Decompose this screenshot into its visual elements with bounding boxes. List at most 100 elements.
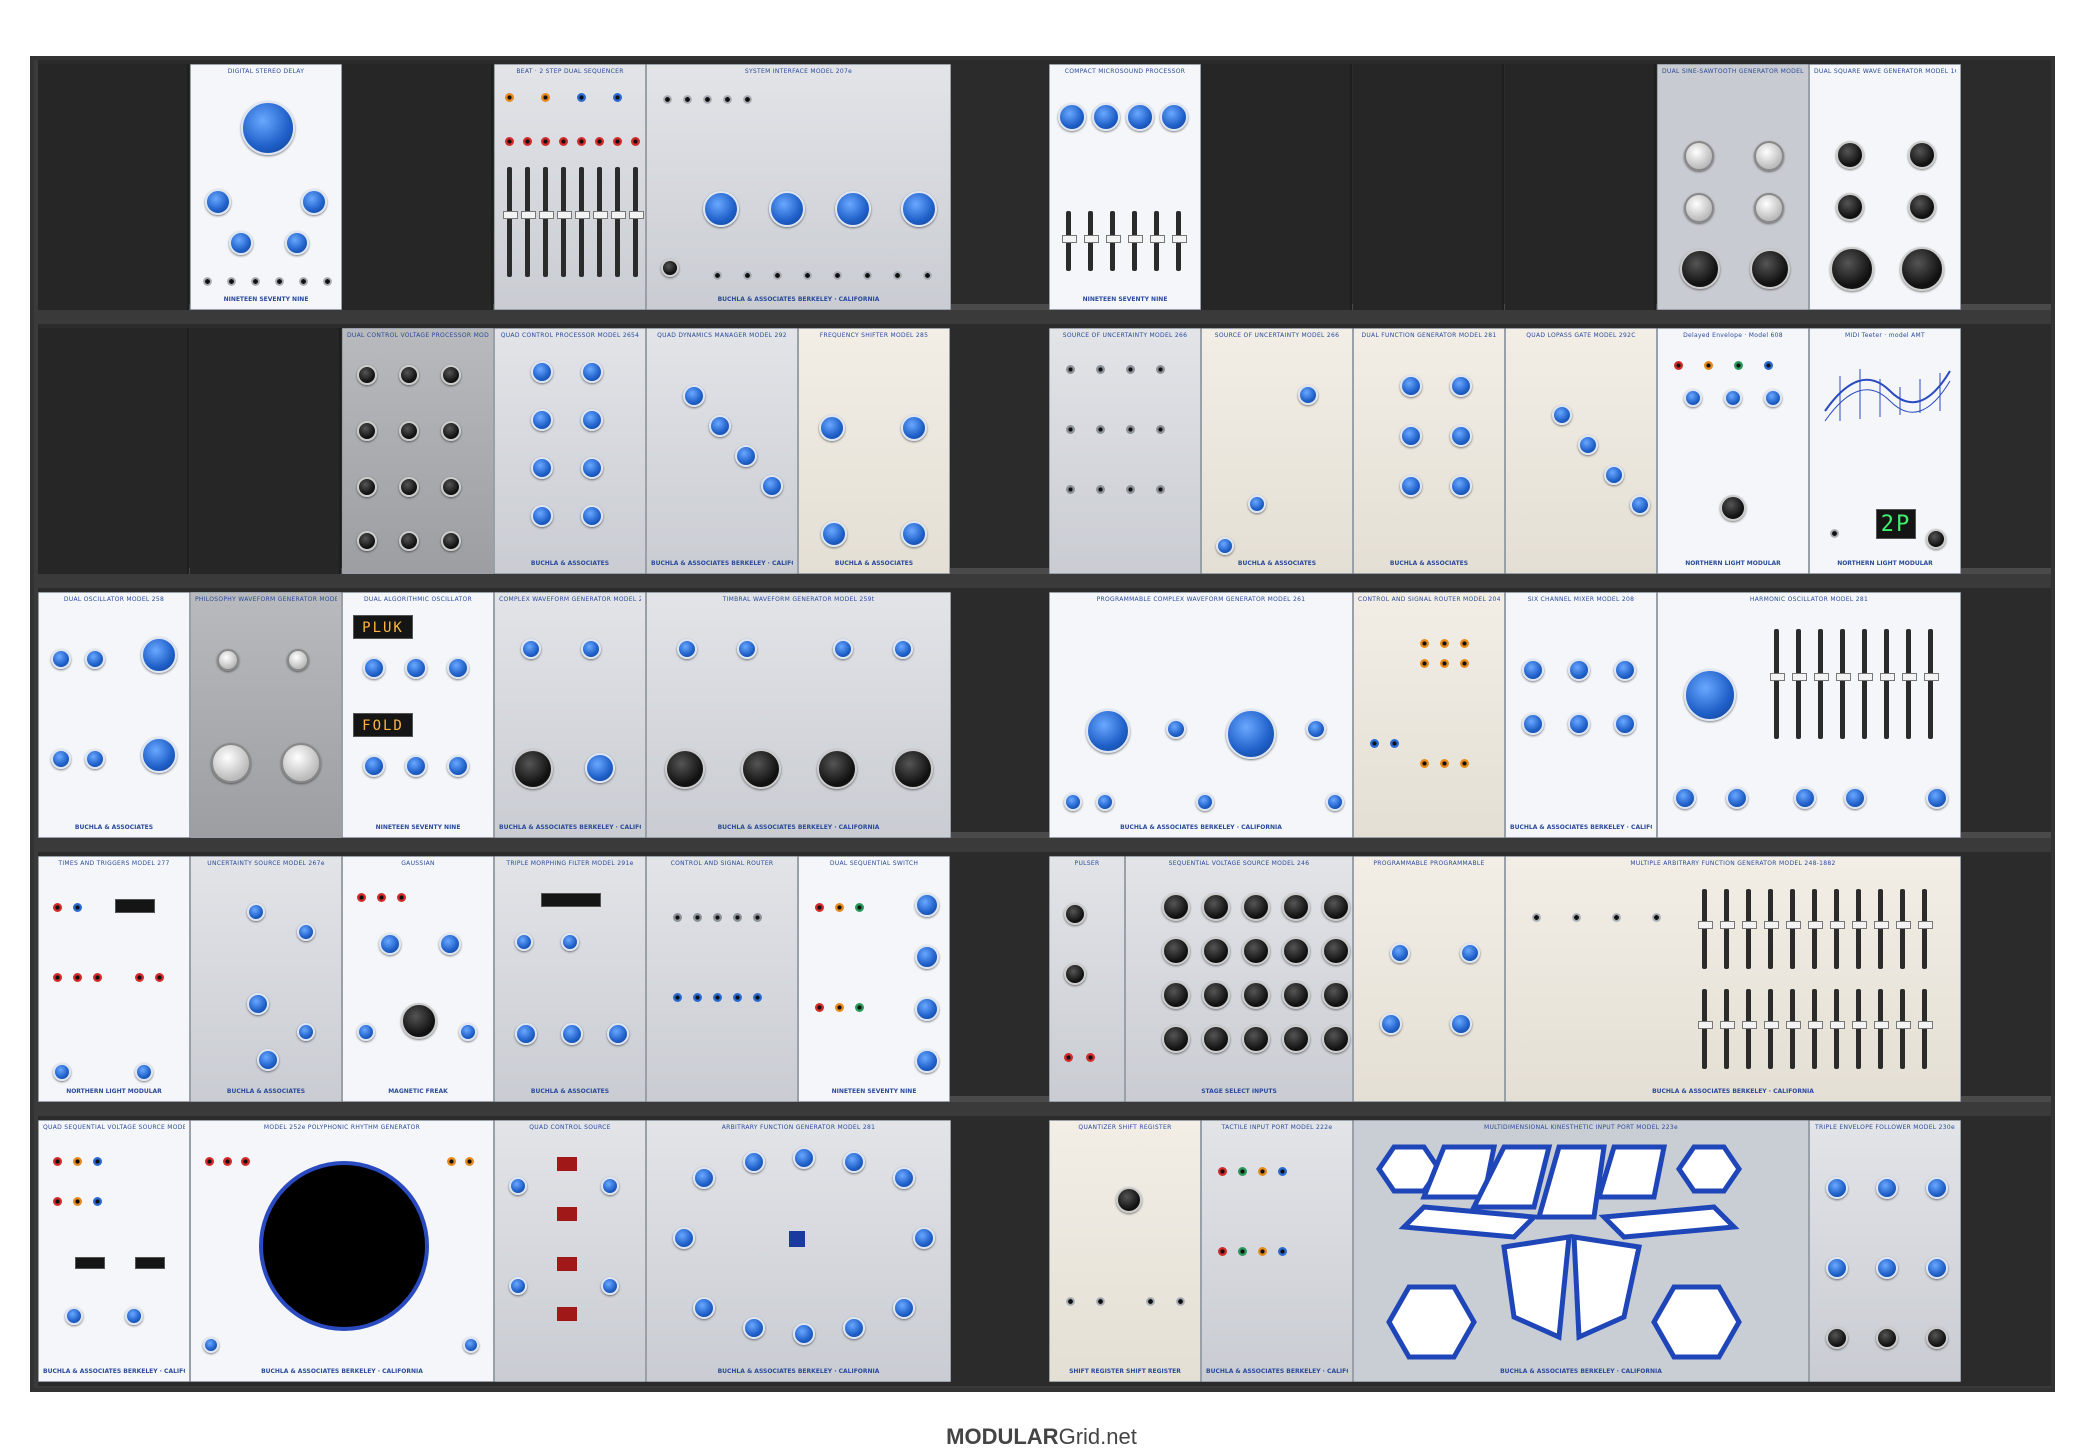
module-router-grid[interactable]: CONTROL AND SIGNAL ROUTER <box>646 856 798 1102</box>
edit-knob[interactable] <box>1926 529 1946 549</box>
module-dual-function-generator[interactable]: DUAL FUNCTION GENERATOR MODEL 281 BUCHLA… <box>1353 328 1505 574</box>
attack-knob[interactable] <box>531 457 553 479</box>
gate-knob[interactable] <box>1604 465 1624 485</box>
time-slider[interactable] <box>1698 989 1713 1069</box>
module-step-sequencer[interactable]: BEAT · 2 STEP DUAL SEQUENCER <box>494 64 646 310</box>
fm-knob[interactable] <box>1096 793 1114 811</box>
wave-knob[interactable] <box>1684 141 1714 171</box>
principal-osc-knob[interactable] <box>585 753 615 783</box>
level-knob[interactable] <box>1522 659 1544 681</box>
level-slider[interactable] <box>1106 211 1121 271</box>
threshold-knob[interactable] <box>1826 1257 1848 1279</box>
harmonic-slider[interactable] <box>1880 629 1895 739</box>
cv-jack[interactable] <box>1066 365 1075 374</box>
cv-jack[interactable] <box>1156 485 1165 494</box>
pulse-output-jack[interactable] <box>241 1157 250 1166</box>
decay-knob[interactable] <box>1450 475 1472 497</box>
timbre-knob[interactable] <box>405 657 427 679</box>
module-quad-control-source[interactable]: QUAD CONTROL SOURCE <box>494 1120 646 1382</box>
rate-knob[interactable] <box>1298 385 1318 405</box>
pulse-jack[interactable] <box>1258 1167 1267 1176</box>
stage-knob[interactable] <box>1202 893 1230 921</box>
timbre-knob[interactable] <box>287 649 309 671</box>
decay-knob[interactable] <box>581 457 603 479</box>
frequency-knob[interactable] <box>515 933 533 951</box>
decay-knob[interactable] <box>581 361 603 383</box>
level-slider[interactable] <box>1062 211 1077 271</box>
preamp-gain-knob[interactable] <box>661 259 679 277</box>
frequency-knob[interactable] <box>1684 669 1736 721</box>
modulation-knob[interactable] <box>1908 193 1936 221</box>
output-jack[interactable] <box>1176 1297 1185 1306</box>
time-multiplier-knob[interactable] <box>1460 943 1480 963</box>
out-jack[interactable] <box>855 1003 864 1012</box>
input-knob[interactable] <box>1876 1327 1898 1349</box>
attack-knob[interactable] <box>1400 475 1422 497</box>
step-slider[interactable] <box>521 167 536 277</box>
module-uncertainty-a[interactable]: SOURCE OF UNCERTAINTY MODEL 266 <box>1049 328 1201 574</box>
module-midi-teeter[interactable]: MIDI Teeter · model AMT 2P NORTHERN LIGH… <box>1809 328 1961 574</box>
module-pulser[interactable]: PULSER <box>1049 856 1125 1102</box>
module-sequential-voltage-source[interactable]: SEQUENTIAL VOLTAGE SOURCE MODEL 246 STAG… <box>1125 856 1353 1102</box>
cv-knob[interactable] <box>399 421 419 441</box>
module-tactile-input-port[interactable]: TACTILE INPUT PORT MODEL 222e BUCHLA & A… <box>1201 1120 1353 1382</box>
matrix-jack[interactable] <box>1460 639 1469 648</box>
shape-knob[interactable] <box>1754 141 1784 171</box>
states-jack[interactable] <box>1652 913 1661 922</box>
voltage-slider[interactable] <box>1852 889 1867 969</box>
level-slider[interactable] <box>1128 211 1143 271</box>
amplitude-knob[interactable] <box>1836 141 1864 169</box>
decay-knob[interactable] <box>1450 425 1472 447</box>
touch-key-surface[interactable] <box>1364 1137 1800 1367</box>
output-jack[interactable] <box>1764 361 1773 370</box>
voltage-slider[interactable] <box>1830 889 1845 969</box>
harmonic-slider[interactable] <box>1814 629 1829 739</box>
cv-knob[interactable] <box>709 415 731 437</box>
midi-in-jack[interactable] <box>1830 529 1839 538</box>
module-six-channel-mixer[interactable]: SIX CHANNEL MIXER MODEL 208 BUCHLA & ASS… <box>1505 592 1657 838</box>
matrix-jack[interactable] <box>693 993 702 1002</box>
stage-knob[interactable] <box>65 1307 83 1325</box>
matrix-jack[interactable] <box>733 913 742 922</box>
mean-knob[interactable] <box>401 1003 437 1039</box>
module-timbral-waveform-generator[interactable]: TIMBRAL WAVEFORM GENERATOR MODEL 259t BU… <box>646 592 951 838</box>
signal-jack[interactable] <box>663 95 672 104</box>
delay-knob[interactable] <box>1684 389 1702 407</box>
cv-knob[interactable] <box>441 365 461 385</box>
pulse-output-jack[interactable] <box>205 1157 214 1166</box>
pitch-knob[interactable] <box>257 1049 279 1071</box>
oscillator-knob[interactable] <box>741 749 781 789</box>
decay-knob[interactable] <box>581 505 603 527</box>
timbre-knob[interactable] <box>581 639 601 659</box>
step-slider[interactable] <box>629 167 644 277</box>
matrix-jack[interactable] <box>1420 659 1429 668</box>
matrix-jack[interactable] <box>713 993 722 1002</box>
frequency-control-knob[interactable] <box>1680 249 1720 289</box>
voltage-slider[interactable] <box>1742 889 1757 969</box>
pitch-knob[interactable] <box>1226 709 1276 759</box>
voltage-slider[interactable] <box>1698 889 1713 969</box>
level-slider[interactable] <box>1150 211 1165 271</box>
time-slider[interactable] <box>1918 989 1933 1069</box>
signal-jack[interactable] <box>703 95 712 104</box>
gate-jack[interactable] <box>631 137 640 146</box>
level-knob[interactable] <box>1614 713 1636 735</box>
output-jack[interactable] <box>299 277 308 286</box>
module-dual-algorithmic-oscillator[interactable]: DUAL ALGORITHMIC OSCILLATOR PLUK FOLD NI… <box>342 592 494 838</box>
fm-knob[interactable] <box>1326 793 1344 811</box>
q-knob[interactable] <box>561 933 579 951</box>
trig-jack[interactable] <box>815 1003 824 1012</box>
fm-knob[interactable] <box>1064 793 1082 811</box>
module-triple-envelope-follower[interactable]: TRIPLE ENVELOPE FOLLOWER MODEL 230e <box>1809 1120 1961 1382</box>
stage-knob[interactable] <box>561 1023 583 1045</box>
cv-knob[interactable] <box>399 477 419 497</box>
stage-knob[interactable] <box>1242 893 1270 921</box>
threshold-knob[interactable] <box>1926 1257 1948 1279</box>
modulation-knob[interactable] <box>1754 193 1784 223</box>
width-knob[interactable] <box>439 933 461 955</box>
oscillator-knob[interactable] <box>665 749 705 789</box>
frequency-control-knob[interactable] <box>1750 249 1790 289</box>
harmonic-slider[interactable] <box>1770 629 1785 739</box>
pulse-jack[interactable] <box>1064 1053 1073 1062</box>
cv-knob[interactable] <box>399 531 419 551</box>
